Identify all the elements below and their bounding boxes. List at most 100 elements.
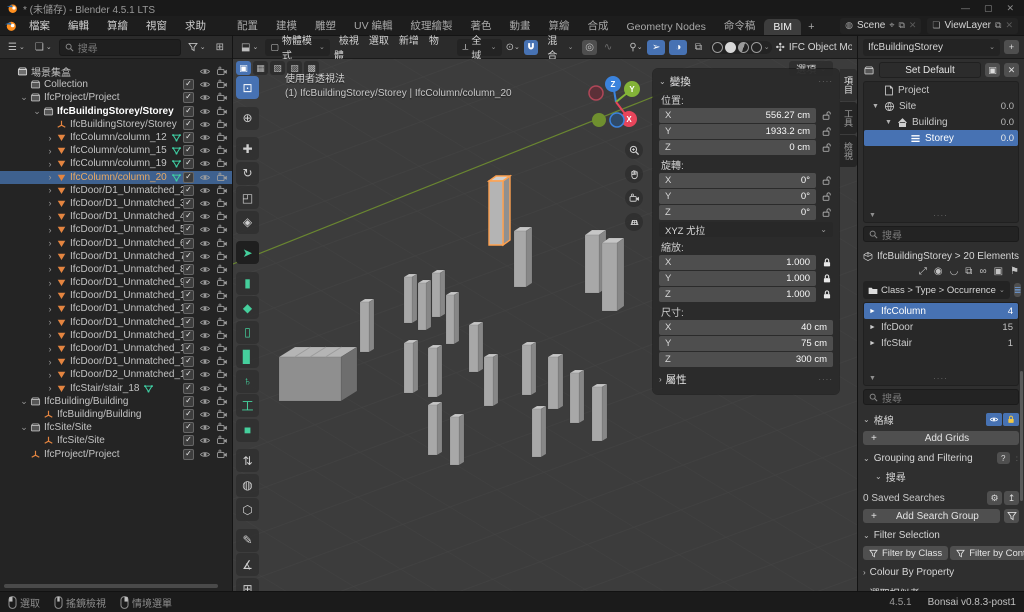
lock-open-icon[interactable] bbox=[822, 142, 832, 153]
camera-icon[interactable] bbox=[216, 66, 228, 77]
filter-by-class-button[interactable]: Filter by Class bbox=[863, 546, 949, 560]
collection-checkbox[interactable]: ✓ bbox=[183, 158, 194, 170]
outliner-search-input[interactable]: 搜尋 bbox=[58, 38, 181, 56]
material-shading-icon[interactable] bbox=[737, 41, 749, 53]
npanel-tab[interactable]: 項目 bbox=[840, 69, 857, 101]
eye-icon[interactable] bbox=[199, 251, 211, 262]
add-grids-button[interactable]: + Add Grids bbox=[863, 431, 1019, 445]
measure-tool[interactable]: ∡ bbox=[236, 553, 259, 576]
class-filter-toggle[interactable]: ▼ bbox=[869, 375, 876, 382]
class-row[interactable]: ► IfcColumn 4 bbox=[864, 303, 1018, 319]
expand-caret[interactable]: › bbox=[45, 357, 55, 367]
copy-viewlayer-icon[interactable]: ⧉ bbox=[995, 20, 1001, 31]
collection-checkbox[interactable]: ✓ bbox=[183, 316, 194, 328]
eye-icon[interactable] bbox=[199, 132, 211, 143]
panel-grip[interactable]: ···· bbox=[818, 375, 833, 384]
curve-icon[interactable]: ◡ bbox=[950, 266, 959, 277]
eye-icon[interactable] bbox=[199, 106, 211, 117]
snap-toggle[interactable] bbox=[523, 39, 539, 55]
navigation-gizmo[interactable]: Z Y X bbox=[585, 71, 647, 133]
help-icon[interactable]: ? bbox=[996, 452, 1010, 464]
expand-caret[interactable]: › bbox=[45, 330, 55, 340]
npanel-tab[interactable]: 工具 bbox=[840, 102, 857, 134]
expand-caret[interactable]: › bbox=[45, 185, 55, 195]
transform-field[interactable]: Z 300 cm bbox=[659, 352, 833, 367]
camera-icon[interactable] bbox=[216, 158, 228, 169]
collection-checkbox[interactable]: ✓ bbox=[183, 211, 194, 223]
outliner-row[interactable]: › IfcDoor/D2_Unmatched_1 ✓ bbox=[0, 368, 232, 381]
outliner-row[interactable]: › IfcDoor/D1_Unmatched_11 ✓ bbox=[0, 302, 232, 315]
camera-icon[interactable] bbox=[216, 172, 228, 183]
eye-icon[interactable] bbox=[199, 422, 211, 433]
copy-scene-icon[interactable]: ⧉ bbox=[898, 20, 904, 31]
class-row[interactable]: ► IfcDoor 15 bbox=[864, 319, 1018, 335]
outliner-row[interactable]: › IfcDoor/D1_Unmatched_2 ✓ bbox=[0, 184, 232, 197]
properties-panel-header[interactable]: › 屬性 ···· bbox=[659, 371, 833, 388]
class-grip[interactable]: ···· bbox=[933, 374, 948, 383]
editor-type-button[interactable]: ☰ ⌄ bbox=[5, 41, 28, 54]
transform-field[interactable]: X 40 cm bbox=[659, 320, 833, 335]
outliner-row[interactable]: › IfcDoor/D1_Unmatched_12 ✓ bbox=[0, 316, 232, 329]
workspace-tab[interactable]: 配置 bbox=[228, 16, 267, 35]
eye-icon[interactable] bbox=[199, 356, 211, 367]
outliner-row[interactable]: › IfcDoor/D1_Unmatched_10 ✓ bbox=[0, 289, 232, 302]
collection-checkbox[interactable]: ✓ bbox=[183, 250, 194, 262]
outliner-row[interactable]: › IfcDoor/D1_Unmatched_5 ✓ bbox=[0, 223, 232, 236]
add-storey-button[interactable]: + bbox=[1004, 40, 1019, 54]
filter-selection-header[interactable]: ⌄ Filter Selection bbox=[863, 530, 1019, 541]
spatial-tree-row[interactable]: ▼ Site 0.0 bbox=[864, 98, 1018, 114]
collection-checkbox[interactable]: ✓ bbox=[183, 369, 194, 381]
select-mode-extend[interactable]: ▦ bbox=[253, 61, 268, 75]
lock-open-icon[interactable] bbox=[822, 110, 832, 121]
transform-field[interactable]: X 0° bbox=[659, 173, 833, 188]
camera-icon[interactable] bbox=[216, 317, 228, 328]
spatial-search-input[interactable]: 搜尋 bbox=[863, 226, 1019, 242]
outliner-row[interactable]: 場景集盒 bbox=[0, 65, 232, 79]
collection-checkbox[interactable]: ✓ bbox=[183, 435, 194, 447]
camera-icon[interactable] bbox=[216, 185, 228, 196]
camera-icon[interactable] bbox=[216, 264, 228, 275]
outliner-row[interactable]: › IfcColumn/column_20 ✓ bbox=[0, 170, 232, 184]
outliner-row[interactable]: ⌄ IfcProject/Project ✓ bbox=[0, 91, 232, 104]
collection-checkbox[interactable]: ✓ bbox=[183, 329, 194, 341]
collection-checkbox[interactable]: ✓ bbox=[183, 448, 194, 460]
close-panel-button[interactable]: ✕ bbox=[1004, 63, 1019, 77]
eye-icon[interactable] bbox=[199, 172, 211, 183]
collection-checkbox[interactable]: ✓ bbox=[183, 290, 194, 302]
outliner-row[interactable]: › IfcDoor/D1_Unmatched_4 ✓ bbox=[0, 210, 232, 223]
viewport-menu-item[interactable]: 新增 bbox=[394, 35, 424, 48]
expand-caret[interactable]: ⌄ bbox=[19, 92, 29, 103]
snap-with-dropdown[interactable]: 混合 ⌄ bbox=[542, 36, 578, 62]
proportional-edit-toggle[interactable]: ◎ bbox=[582, 39, 597, 55]
camera-icon[interactable] bbox=[216, 422, 228, 433]
collection-checkbox[interactable]: ✓ bbox=[183, 263, 194, 275]
outliner-row[interactable]: › IfcColumn/column_19 ✓ bbox=[0, 157, 232, 170]
scene-selector[interactable]: ◍ Scene ⌖ ⧉ ✕ bbox=[840, 17, 922, 34]
tree-grip[interactable]: ···· bbox=[933, 211, 948, 220]
camera-icon[interactable] bbox=[216, 198, 228, 209]
workspace-tab[interactable]: 命令稿 bbox=[715, 16, 765, 35]
camera-icon[interactable] bbox=[216, 224, 228, 235]
expand-caret[interactable]: › bbox=[45, 159, 55, 169]
rotation-mode-dropdown[interactable]: XYZ 尤拉 ⌄ bbox=[659, 222, 833, 237]
camera-icon[interactable] bbox=[216, 132, 228, 143]
eye-icon[interactable] bbox=[199, 369, 211, 380]
settings-gear-icon[interactable]: ⚙ bbox=[987, 491, 1002, 505]
tree-filter-toggle[interactable]: ▼ bbox=[869, 212, 876, 219]
wall-tool[interactable]: ▮ bbox=[236, 271, 259, 295]
void-tool[interactable]: ◍ bbox=[236, 473, 259, 497]
explore-tool[interactable]: ➤ bbox=[236, 241, 259, 264]
eye-icon[interactable] bbox=[199, 198, 211, 209]
set-default-button[interactable]: Set Default bbox=[879, 62, 981, 78]
outliner-row[interactable]: IfcBuilding/Building ✓ bbox=[0, 408, 232, 421]
expand-caret[interactable]: › bbox=[45, 383, 55, 393]
viewlayer-selector[interactable]: ❏ ViewLayer ⧉ ✕ bbox=[927, 17, 1018, 34]
rotate-tool[interactable]: ↻ bbox=[236, 161, 259, 185]
grids-section-header[interactable]: ⌄ 格線 bbox=[863, 412, 1019, 427]
camera-icon[interactable] bbox=[216, 238, 228, 249]
blender-menu-icon[interactable] bbox=[4, 19, 17, 32]
eye-icon[interactable] bbox=[199, 277, 211, 288]
outliner-row[interactable]: IfcBuildingStorey/Storey ✓ bbox=[0, 118, 232, 131]
eye-icon[interactable] bbox=[199, 449, 211, 460]
workspace-tab[interactable]: 動畫 bbox=[501, 16, 540, 35]
